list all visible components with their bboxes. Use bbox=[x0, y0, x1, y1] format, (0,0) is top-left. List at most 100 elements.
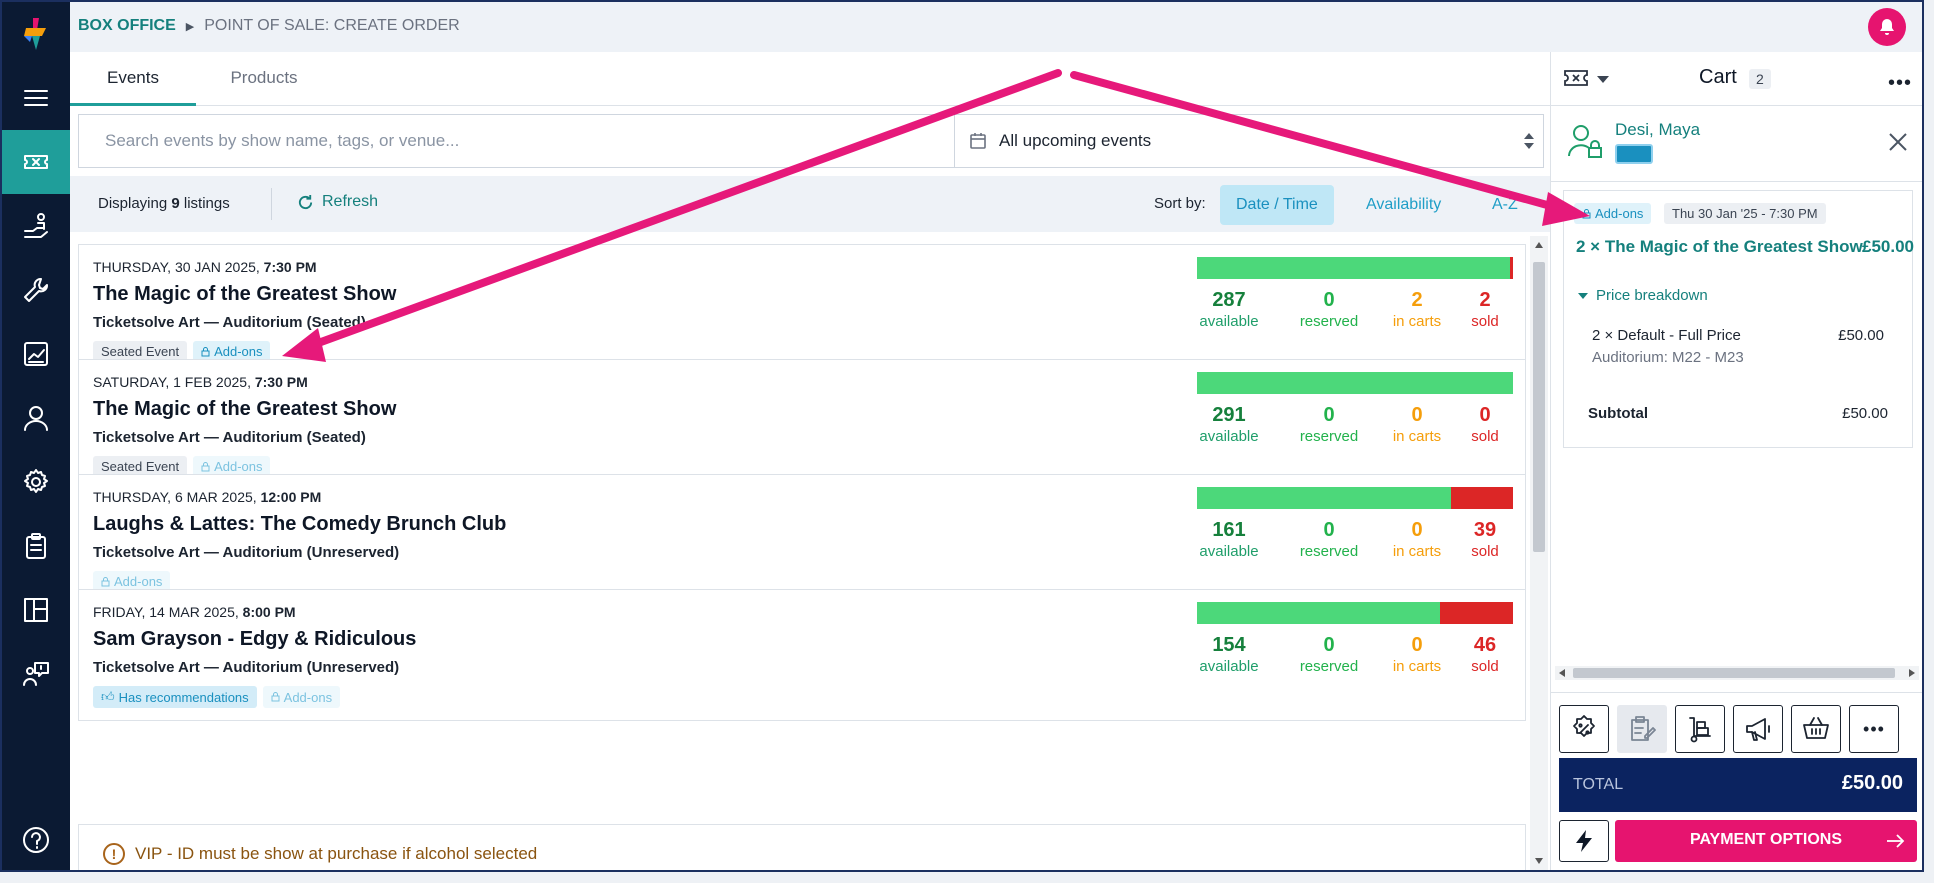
box-office-ticket-icon[interactable] bbox=[2, 130, 70, 194]
chevron-down-icon[interactable] bbox=[1597, 76, 1609, 83]
cart-title: Cart bbox=[1699, 66, 1737, 88]
event-title: The Magic of the Greatest Show bbox=[93, 398, 397, 420]
notifications-bell-icon[interactable] bbox=[1868, 8, 1906, 46]
app-window: BOX OFFICE ▶ POINT OF SALE: CREATE ORDER… bbox=[0, 0, 1924, 872]
search-row: All upcoming events bbox=[78, 114, 1544, 168]
close-icon[interactable] bbox=[1888, 132, 1908, 152]
thumbs-up-icon: 👍︎ bbox=[101, 689, 115, 704]
events-scrollbar[interactable] bbox=[1530, 236, 1548, 870]
search-input[interactable] bbox=[79, 115, 955, 167]
stat-in-carts: 2 in carts bbox=[1375, 289, 1459, 330]
stat-in-carts: 0 in carts bbox=[1375, 634, 1459, 675]
tab-products[interactable]: Products bbox=[196, 52, 332, 106]
event-card[interactable]: FRIDAY, 14 MAR 2025, 8:00 PM Sam Grayson… bbox=[78, 589, 1526, 721]
stat-sold-label: sold bbox=[1471, 543, 1499, 560]
stat-sold-value: 46 bbox=[1473, 634, 1497, 656]
stat-sold: 0 sold bbox=[1455, 404, 1515, 445]
availability-bar-sold bbox=[1510, 257, 1513, 279]
basket-button[interactable] bbox=[1791, 705, 1841, 753]
clipboard-icon[interactable] bbox=[2, 514, 70, 578]
customer-lock-icon bbox=[1568, 125, 1602, 158]
marketing-button[interactable] bbox=[1733, 705, 1783, 753]
availability-bar bbox=[1197, 257, 1513, 279]
availability-bar-sold bbox=[1451, 487, 1513, 509]
event-card[interactable]: THURSDAY, 6 MAR 2025, 12:00 PM Laughs & … bbox=[78, 474, 1526, 606]
discount-button[interactable] bbox=[1559, 705, 1609, 753]
cart-item-title[interactable]: 2 × The Magic of the Greatest Show bbox=[1576, 237, 1863, 257]
event-card[interactable]: THURSDAY, 30 JAN 2025, 7:30 PM The Magic… bbox=[78, 244, 1526, 376]
cart-item-date: Thu 30 Jan '25 - 7:30 PM bbox=[1664, 203, 1826, 224]
cart-header: Cart 2 ••• bbox=[1551, 52, 1922, 106]
stat-in-carts-label: in carts bbox=[1392, 313, 1442, 330]
scroll-thumb[interactable] bbox=[1573, 668, 1895, 678]
total-bar: TOTAL £50.00 bbox=[1559, 758, 1917, 812]
notes-button[interactable] bbox=[1617, 705, 1667, 753]
recommendations-tag-label: Has recommendations bbox=[118, 689, 249, 705]
support-chat-icon[interactable] bbox=[2, 642, 70, 706]
stat-available: 287 available bbox=[1187, 289, 1271, 330]
cart-more-menu-icon[interactable]: ••• bbox=[1888, 72, 1912, 95]
add-ons-tag-label: Add-ons bbox=[1595, 206, 1644, 221]
customer-row: Desi, Maya bbox=[1551, 106, 1922, 182]
stat-in-carts-label: in carts bbox=[1392, 543, 1442, 560]
stat-in-carts: 0 in carts bbox=[1375, 404, 1459, 445]
refresh-icon bbox=[298, 194, 313, 209]
refresh-button[interactable]: Refresh bbox=[297, 193, 378, 211]
breadcrumb: BOX OFFICE ▶ POINT OF SALE: CREATE ORDER bbox=[78, 17, 460, 35]
tools-wrench-icon[interactable] bbox=[2, 258, 70, 322]
ticket-icon[interactable] bbox=[1563, 68, 1589, 88]
more-actions-button[interactable]: ••• bbox=[1849, 705, 1899, 753]
help-icon[interactable] bbox=[2, 808, 70, 870]
scroll-right-icon[interactable] bbox=[1909, 669, 1915, 677]
customer-name[interactable]: Desi, Maya bbox=[1615, 120, 1700, 140]
sort-availability-button[interactable]: Availability bbox=[1350, 185, 1457, 225]
event-card[interactable]: SATURDAY, 1 FEB 2025, 7:30 PM The Magic … bbox=[78, 359, 1526, 491]
payment-options-button[interactable]: PAYMENT OPTIONS bbox=[1615, 820, 1917, 862]
reports-icon[interactable] bbox=[2, 322, 70, 386]
customer-icon[interactable] bbox=[2, 386, 70, 450]
breadcrumb-current: POINT OF SALE: CREATE ORDER bbox=[204, 17, 460, 34]
layout-board-icon[interactable] bbox=[2, 578, 70, 642]
cart-panel: Cart 2 ••• Desi, Maya Add-ons Thu 30 Jan… bbox=[1550, 52, 1922, 870]
warning-icon: ! bbox=[103, 843, 125, 865]
line-amount: £50.00 bbox=[1838, 327, 1884, 344]
tab-events[interactable]: Events bbox=[70, 52, 196, 106]
scroll-left-icon[interactable] bbox=[1559, 669, 1565, 677]
quick-pay-button[interactable] bbox=[1559, 820, 1609, 862]
event-range-value: All upcoming events bbox=[999, 131, 1152, 150]
chevron-right-icon: ▶ bbox=[185, 20, 195, 33]
app-logo[interactable] bbox=[20, 16, 52, 52]
scroll-thumb[interactable] bbox=[1533, 262, 1545, 552]
cart-item-price: £50.00 bbox=[1862, 237, 1914, 256]
stat-reserved-value: 0 bbox=[1323, 519, 1335, 541]
event-range-select[interactable]: All upcoming events bbox=[955, 115, 1545, 167]
cart-item: Add-ons Thu 30 Jan '25 - 7:30 PM 2 × The… bbox=[1563, 190, 1914, 448]
subtotal-label: Subtotal bbox=[1588, 405, 1648, 422]
stat-reserved-value: 0 bbox=[1323, 634, 1335, 656]
breadcrumb-root[interactable]: BOX OFFICE bbox=[78, 17, 176, 35]
cart-horizontal-scrollbar[interactable] bbox=[1555, 666, 1919, 680]
price-breakdown-toggle[interactable]: Price breakdown bbox=[1578, 287, 1708, 304]
stat-sold: 46 sold bbox=[1455, 634, 1515, 675]
sort-a-z-button[interactable]: A-Z bbox=[1476, 185, 1534, 225]
accessibility-badge-icon bbox=[1615, 144, 1653, 164]
settings-gear-icon[interactable] bbox=[2, 450, 70, 514]
stat-reserved: 0 reserved bbox=[1287, 519, 1371, 560]
divider bbox=[271, 188, 272, 220]
stat-sold-label: sold bbox=[1471, 428, 1499, 445]
menu-icon[interactable] bbox=[2, 66, 70, 130]
stat-in-carts-value: 0 bbox=[1411, 404, 1423, 426]
scroll-up-icon[interactable] bbox=[1535, 242, 1543, 248]
stat-sold: 2 sold bbox=[1455, 289, 1515, 330]
delivery-button[interactable] bbox=[1675, 705, 1725, 753]
lock-icon bbox=[201, 346, 210, 356]
fundraising-icon[interactable] bbox=[2, 194, 70, 258]
availability-bar bbox=[1197, 602, 1513, 624]
event-time: 7:30 PM bbox=[254, 374, 308, 390]
event-time: 8:00 PM bbox=[242, 604, 296, 620]
sort-date-time-button[interactable]: Date / Time bbox=[1220, 185, 1334, 225]
event-title: The Magic of the Greatest Show bbox=[93, 283, 397, 305]
stat-in-carts-value: 0 bbox=[1411, 519, 1423, 541]
stat-available: 291 available bbox=[1187, 404, 1271, 445]
scroll-down-icon[interactable] bbox=[1535, 858, 1543, 864]
